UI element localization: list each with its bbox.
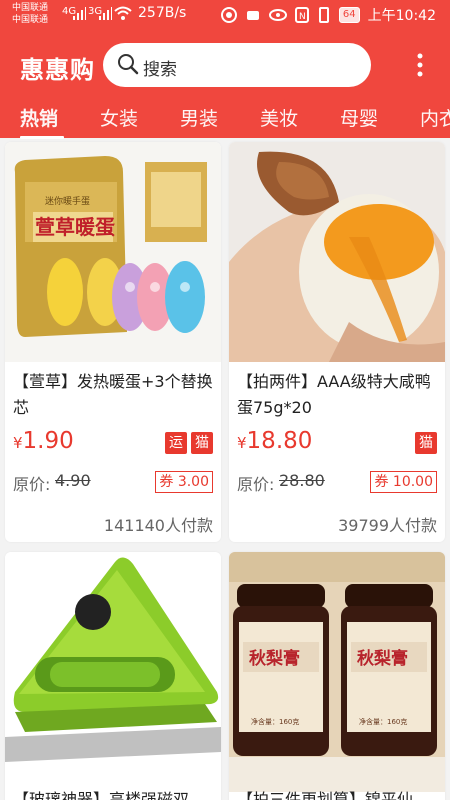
product-title-3: 【玻璃神器】高楼强磁双 [13,790,190,800]
product-image-3 [5,552,221,792]
product-card-3[interactable]: 【玻璃神器】高楼强磁双 [5,552,221,800]
tab-baby[interactable]: 母婴 [340,104,378,131]
product-title-1: 【萱草】发热暖蛋+3个替换芯 [13,372,213,417]
app-title: 惠惠购 [20,56,95,84]
sold-count-2: 39799人付款 [338,516,437,535]
product-image-1: 萱草暖蛋 迷你暖手蛋 [5,142,221,362]
product-title-2: 【拍两件】AAA级特大咸鸭蛋75g*20 [237,372,431,417]
search-input[interactable]: 搜索 [103,43,371,87]
carrier-1: 中国联通 [12,3,49,13]
svg-text:N: N [299,12,306,22]
product-tags-2: 猫 [415,432,437,454]
coupon-badge-2: 券 10.00 [370,471,437,493]
data-saver-icon [220,7,237,23]
currency-symbol: ¥ [237,434,247,452]
product-price-1: ¥1.90 [13,428,74,454]
battery-level: 64 [338,7,360,23]
jar-weight-2: 净含量：160克 [359,717,407,726]
nfc-icon: N [294,7,309,23]
tab-underwear[interactable]: 内衣 [420,104,450,131]
search-placeholder: 搜索 [143,60,177,80]
original-price-2: 28.80 [279,471,325,490]
clock: 上午10:42 [367,8,436,24]
price-amount: 18.80 [246,428,313,454]
product-image-4: 秋梨膏 净含量：160克 秋梨膏 净含量：160克 [229,552,445,792]
sold-count-1: 141140人付款 [103,516,213,535]
signal-bars-icon [73,7,86,20]
tag-tmall: 猫 [415,432,437,454]
tab-men[interactable]: 男装 [180,104,218,131]
warmer-sub-text: 迷你暖手蛋 [45,195,90,207]
notification-icon [246,11,259,20]
original-price-1: 4.90 [55,471,91,490]
product-card-4[interactable]: 秋梨膏 净含量：160克 秋梨膏 净含量：160克 【拍三件更划算】锦平仙 [229,552,445,800]
category-tabs: 热销 女装 男装 美妆 母婴 内衣 [0,98,450,139]
jar-label-1: 秋梨膏 [249,648,300,669]
carrier-info: 中国联通 中国联通 [12,2,48,26]
product-image-2 [229,142,445,362]
signal-bars-2-icon [99,7,112,20]
tab-women[interactable]: 女装 [100,104,138,131]
warmer-brand-text: 萱草暖蛋 [35,215,115,239]
eye-icon [268,9,287,21]
tag-tmall: 猫 [191,432,213,454]
product-card-2[interactable]: 【拍两件】AAA级特大咸鸭蛋75g*20 ¥18.80 猫 原价: 28.80 … [229,142,445,542]
product-price-2: ¥18.80 [237,428,312,454]
original-price-label: 原价: [13,475,51,494]
active-tab-indicator [20,136,64,139]
original-price-label: 原价: [237,475,275,494]
status-bar: 中国联通 中国联通 4G 3G 257B/s N 64 上午10:42 [0,0,450,30]
search-icon [118,54,139,75]
vibrate-icon [318,7,329,23]
coupon-badge-1: 券 3.00 [155,471,213,493]
tag-shipping: 运 [165,432,187,454]
network-speed: 257B/s [138,5,187,21]
tab-beauty[interactable]: 美妆 [260,104,298,131]
more-menu-icon[interactable] [410,52,430,80]
app-header: 惠惠购 搜索 热销 女装 男装 美妆 母婴 内衣 [0,30,450,139]
product-title-4: 【拍三件更划算】锦平仙 [237,790,414,800]
carrier-2: 中国联通 [12,15,49,25]
jar-label-2: 秋梨膏 [357,648,408,669]
status-right-icons: N 64 上午10:42 [220,5,436,25]
wifi-icon [114,6,132,20]
tab-hot[interactable]: 热销 [20,104,58,131]
jar-weight-1: 净含量：160克 [251,717,299,726]
product-tags-1: 运 猫 [165,432,213,454]
price-amount: 1.90 [22,428,74,454]
product-card-1[interactable]: 萱草暖蛋 迷你暖手蛋 【萱草】发热暖蛋+3个替换芯 ¥1.90 运 猫 原价: … [5,142,221,542]
currency-symbol: ¥ [13,434,23,452]
